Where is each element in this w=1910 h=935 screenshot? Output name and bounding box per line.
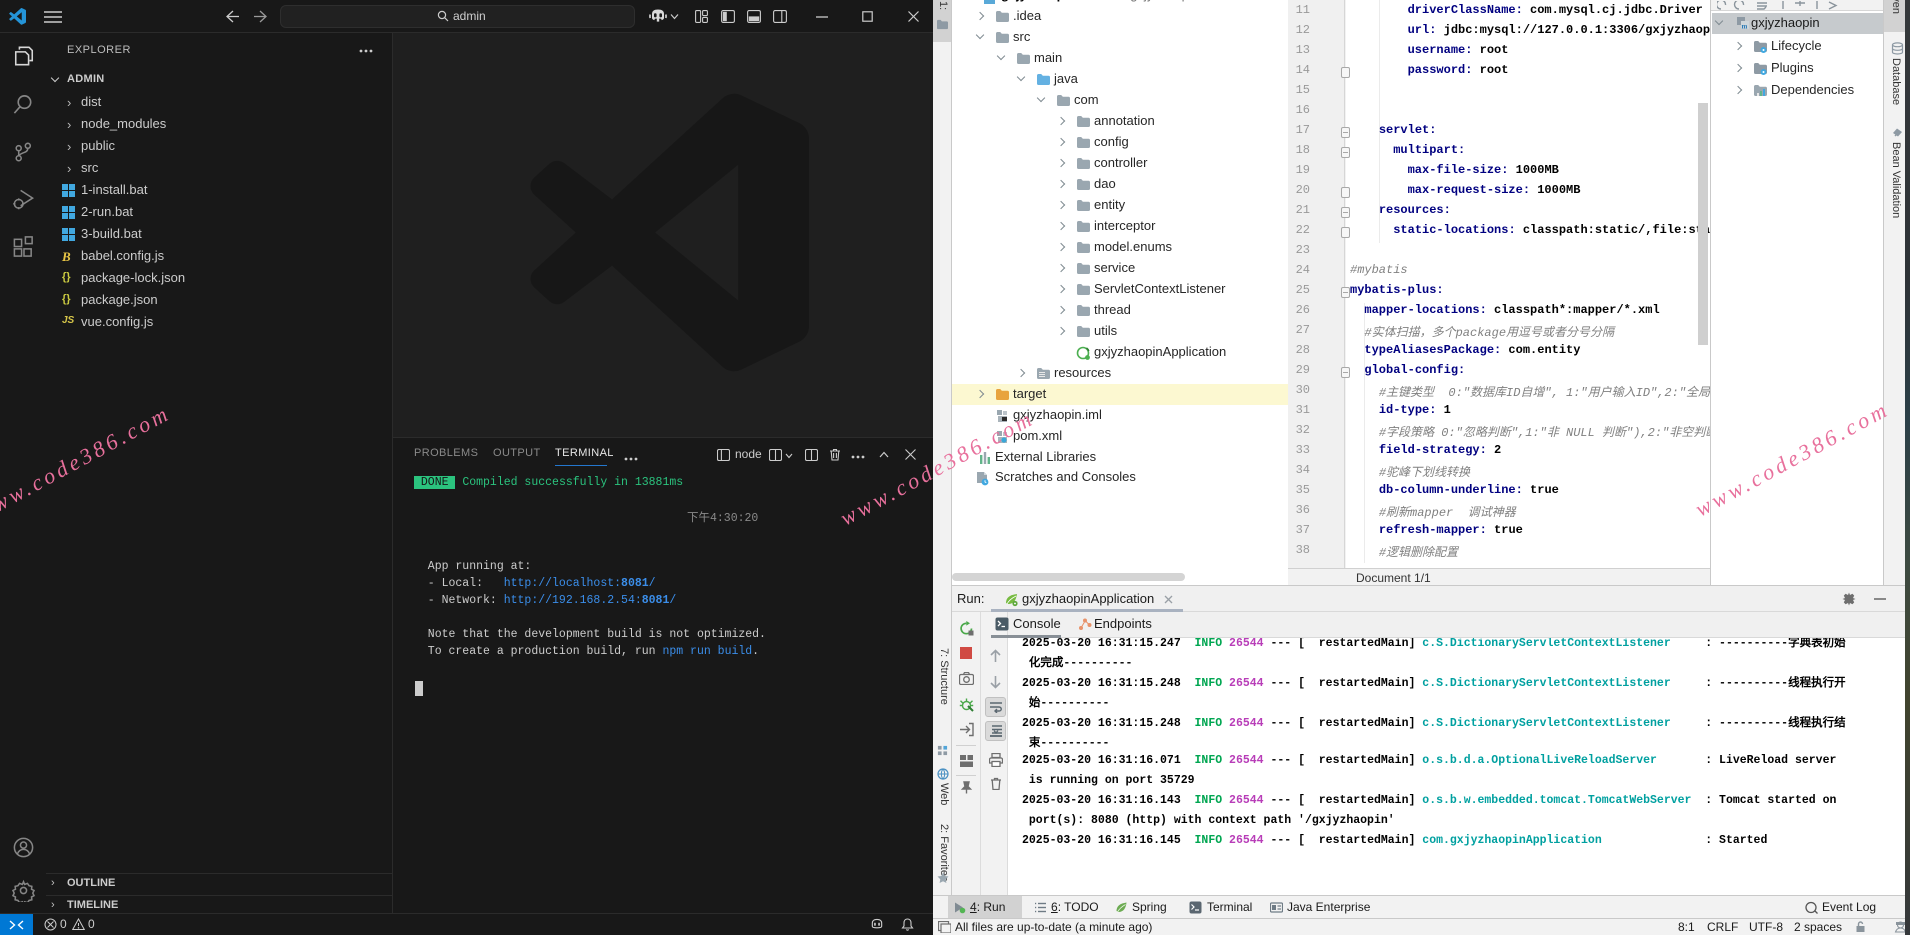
svg-text:m: m [1742,23,1748,31]
